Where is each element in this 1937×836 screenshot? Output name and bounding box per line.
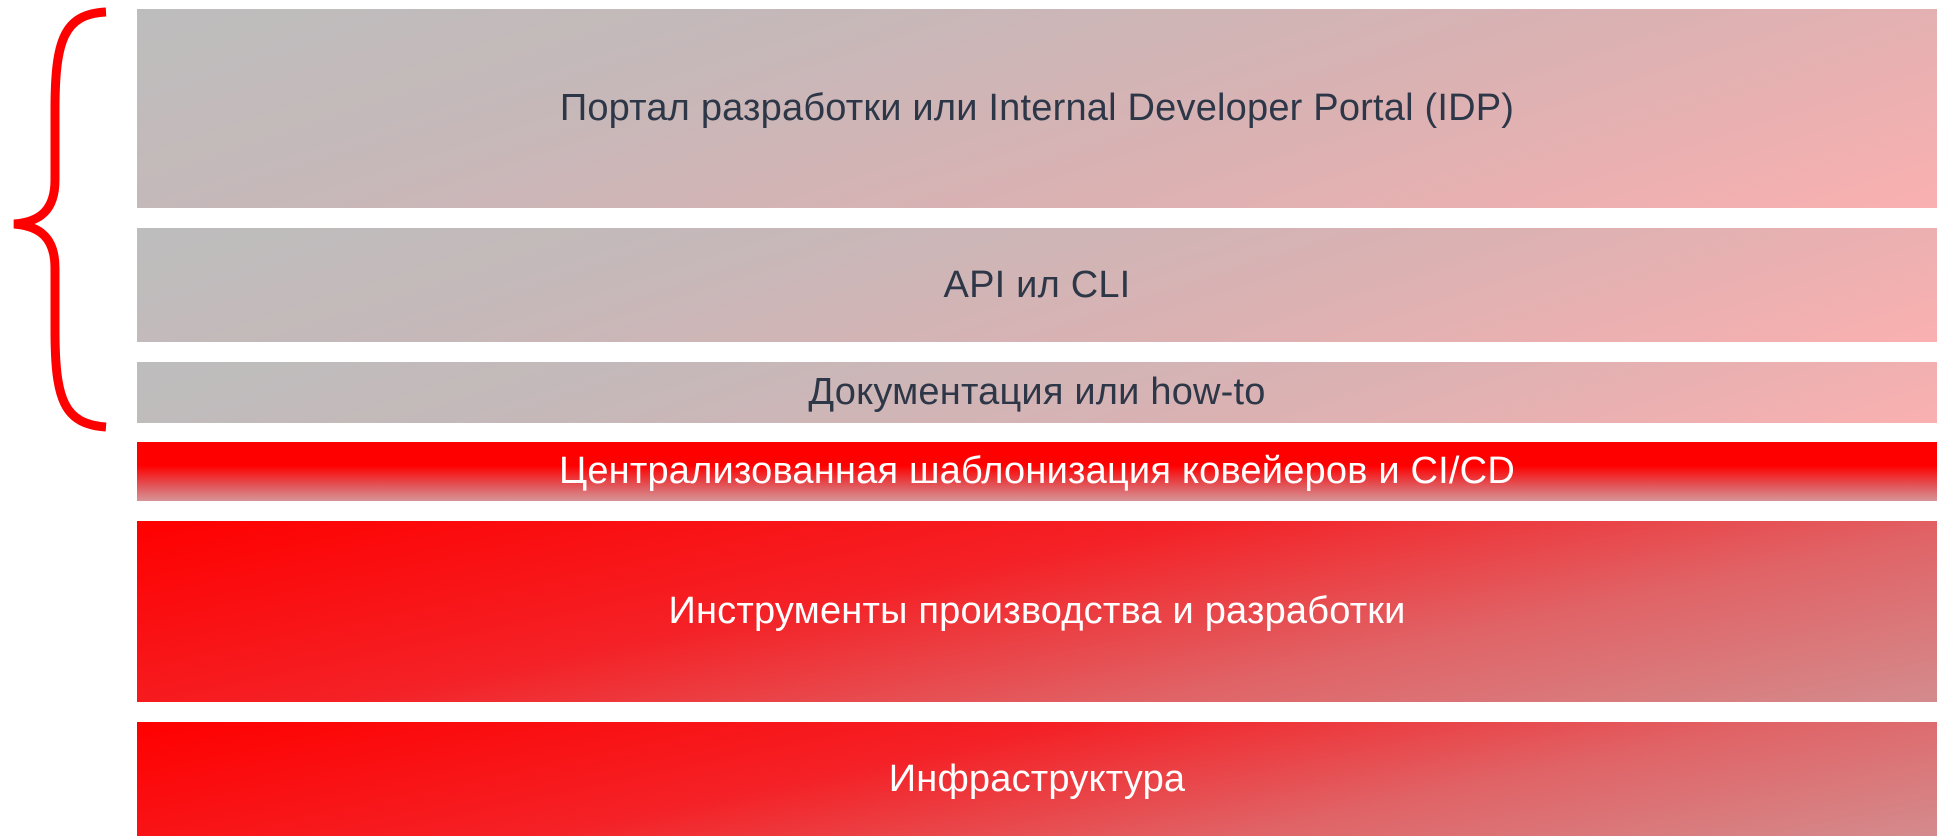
layer-ci-cd-templating-label: Централизованная шаблонизация ковейеров … <box>559 450 1515 492</box>
layer-documentation-label: Документация или how-to <box>808 371 1266 413</box>
layer-idp-portal-label: Портал разработки или Internal Developer… <box>559 87 1515 129</box>
layer-api-cli: API ил CLI <box>137 228 1937 342</box>
layer-ci-cd-templating: Централизованная шаблонизация ковейеров … <box>137 442 1937 501</box>
layer-api-cli-label: API ил CLI <box>943 263 1131 306</box>
layer-idp-portal: Портал разработки или Internal Developer… <box>137 9 1937 208</box>
layer-dev-tools: Инструменты производства и разработки <box>137 521 1937 702</box>
layer-infrastructure: Инфраструктура <box>137 722 1937 836</box>
layer-dev-tools-label: Инструменты производства и разработки <box>668 590 1406 632</box>
layer-documentation: Документация или how-to <box>137 362 1937 423</box>
layer-infrastructure-label: Инфраструктура <box>888 757 1186 800</box>
curly-brace-icon <box>13 7 107 432</box>
